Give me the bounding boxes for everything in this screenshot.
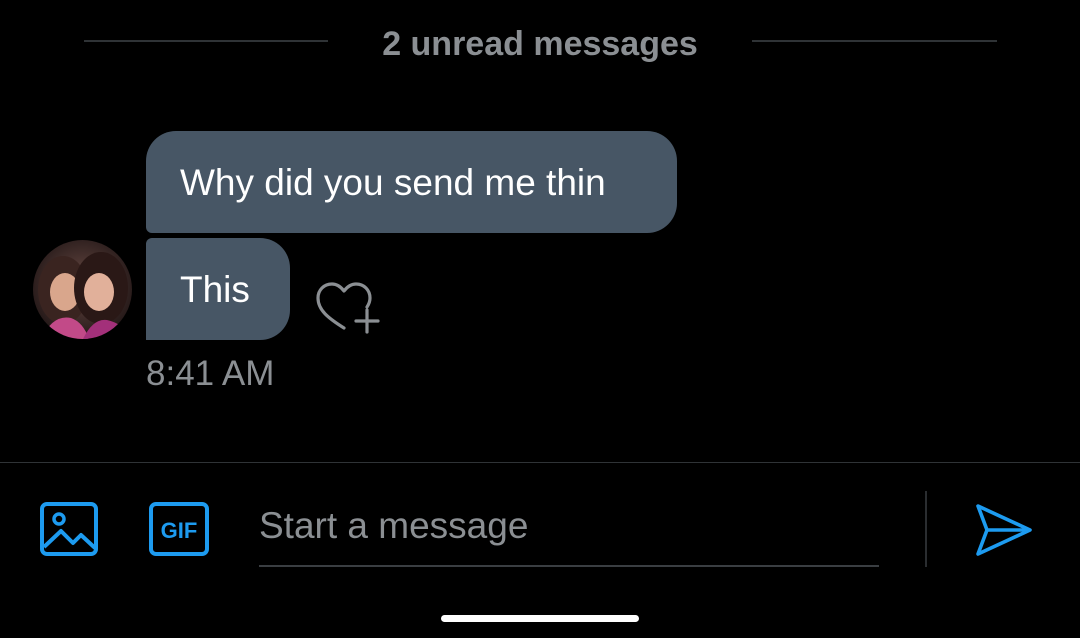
unread-messages-label: 2 unread messages — [382, 25, 698, 63]
add-media-button[interactable] — [39, 501, 99, 557]
message-input[interactable] — [259, 487, 879, 567]
avatar[interactable] — [33, 240, 132, 339]
gif-icon: GIF — [149, 502, 209, 556]
message-timestamp: 8:41 AM — [146, 354, 275, 393]
gif-label: GIF — [161, 518, 198, 543]
image-icon — [40, 502, 98, 556]
send-button[interactable] — [974, 501, 1034, 559]
home-indicator[interactable] — [441, 615, 639, 622]
unread-divider: 2 unread messages — [0, 0, 1080, 86]
send-icon — [976, 504, 1032, 556]
heart-plus-icon — [316, 282, 380, 334]
message-bubble[interactable]: This — [146, 238, 290, 340]
composer-divider — [925, 491, 927, 567]
add-gif-button[interactable]: GIF — [148, 501, 210, 557]
divider-line-left — [84, 40, 328, 42]
divider-line-right — [752, 40, 997, 42]
message-bubble[interactable]: Why did you send me thin — [146, 131, 677, 233]
add-reaction-button[interactable] — [314, 280, 380, 336]
message-composer: GIF — [0, 462, 1080, 638]
avatar-photo — [33, 240, 132, 339]
